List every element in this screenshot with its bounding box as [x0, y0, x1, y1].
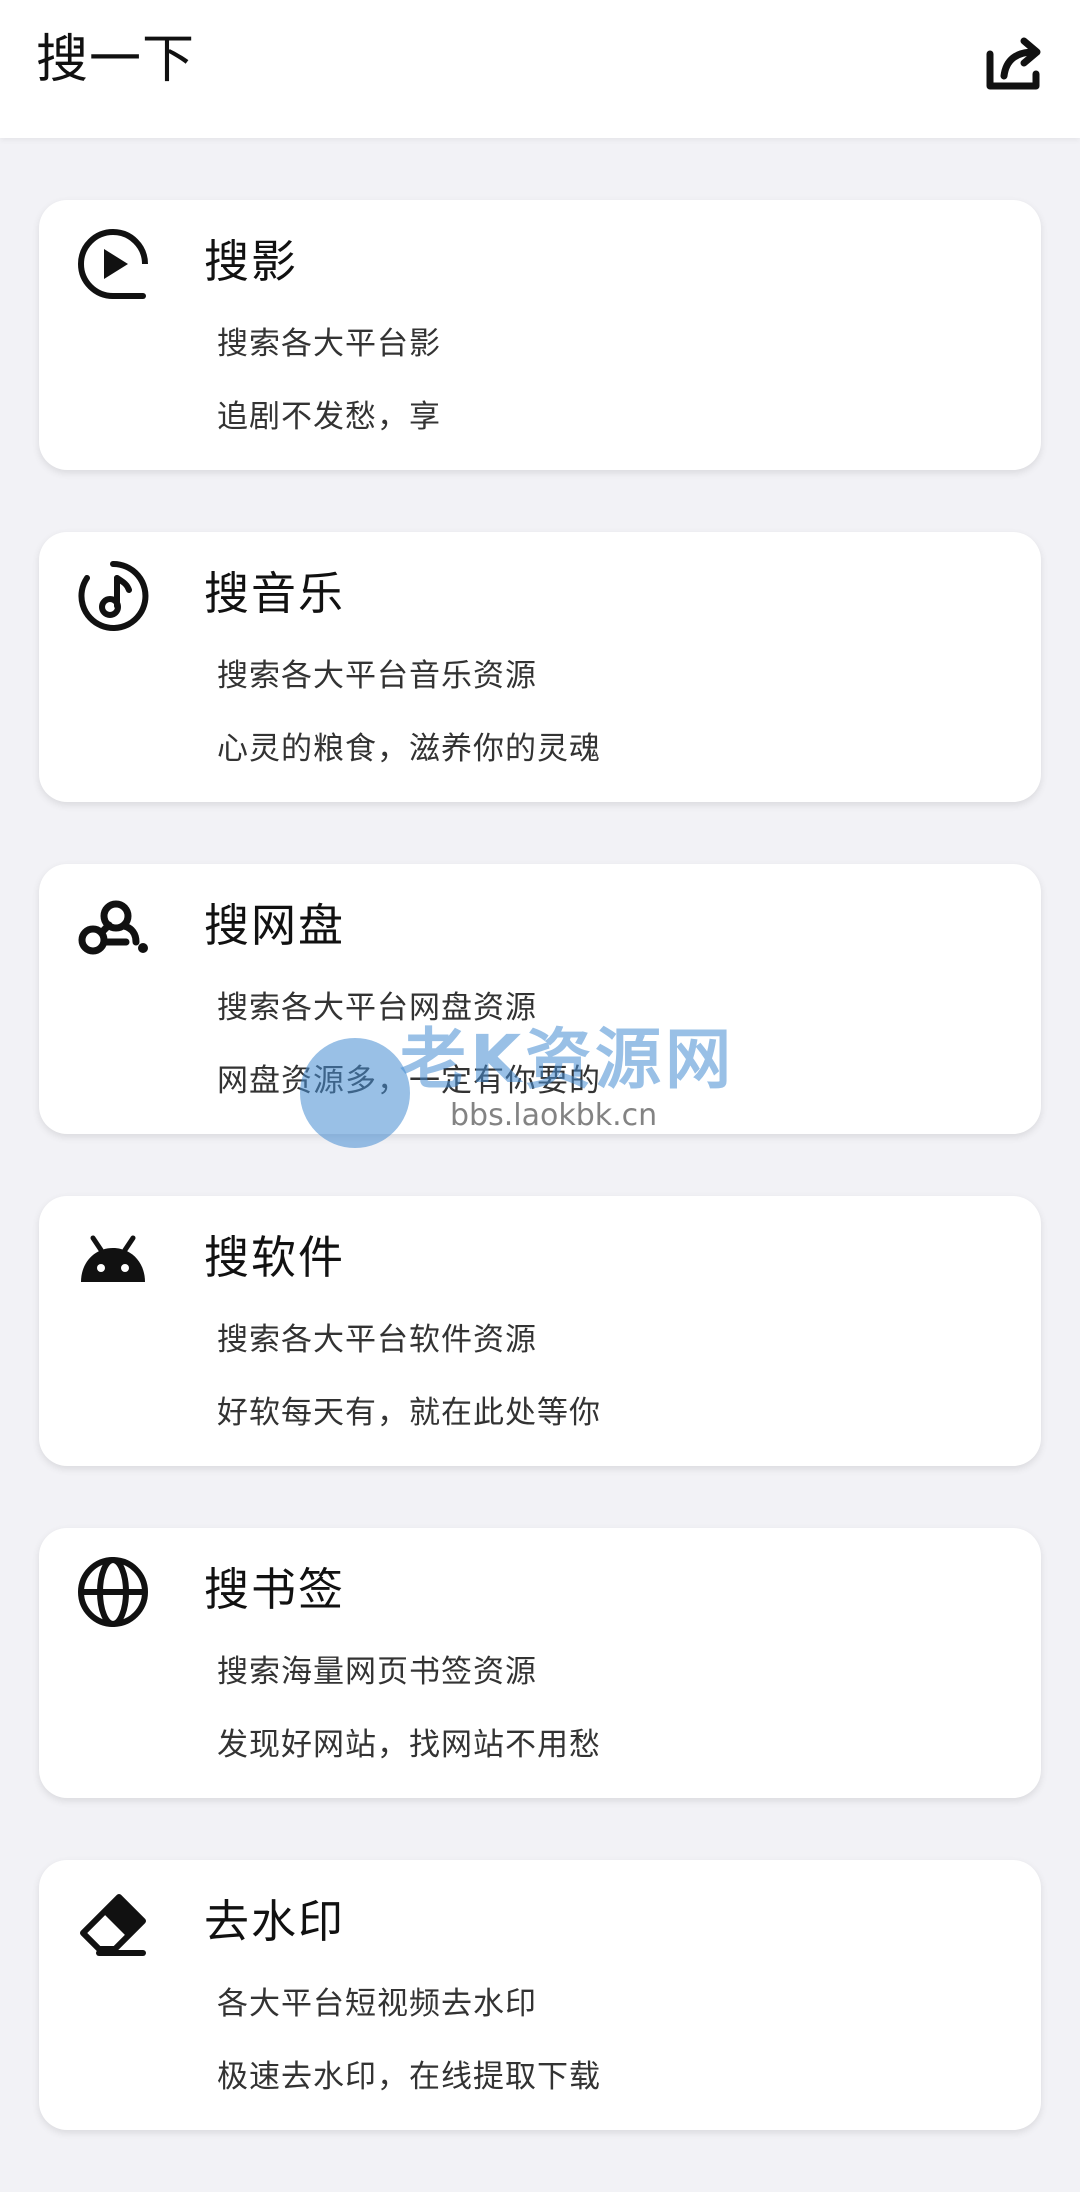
- share-button[interactable]: [982, 32, 1046, 96]
- card-slogan: 极速去水印，在线提取下载: [217, 2059, 601, 2095]
- card-title: 搜音乐: [204, 567, 346, 620]
- music-note-icon: [78, 560, 149, 631]
- card-description: 搜索各大平台音乐资源: [217, 658, 537, 694]
- android-icon: [81, 1235, 145, 1282]
- card-slogan: 追剧不发愁，享: [217, 399, 441, 435]
- card-slogan: 好软每天有，就在此处等你: [217, 1395, 601, 1431]
- feature-list: 搜影 搜索各大平台影 追剧不发愁，享 搜音乐 搜索各大平台音乐资源 心灵的粮食，…: [39, 200, 1041, 2192]
- card-remove-watermark[interactable]: 去水印 各大平台短视频去水印 极速去水印，在线提取下载: [39, 1860, 1041, 2130]
- card-icon-wrapper: [75, 226, 151, 302]
- card-icon-wrapper: [75, 890, 151, 966]
- card-icon-wrapper: [75, 558, 151, 634]
- card-description: 各大平台短视频去水印: [217, 1986, 537, 2022]
- globe-icon: [78, 1557, 148, 1627]
- card-title: 去水印: [204, 1895, 346, 1948]
- card-search-software[interactable]: 搜软件 搜索各大平台软件资源 好软每天有，就在此处等你: [39, 1196, 1041, 1466]
- top-bar: 搜一下: [0, 0, 1080, 138]
- card-slogan: 心灵的粮食，滋养你的灵魂: [217, 731, 601, 767]
- card-search-bookmarks[interactable]: 搜书签 搜索海量网页书签资源 发现好网站，找网站不用愁: [39, 1528, 1041, 1798]
- play-icon: [78, 229, 148, 299]
- card-search-netdisk[interactable]: 搜网盘 搜索各大平台网盘资源 网盘资源多，一定有你要的: [39, 864, 1041, 1134]
- eraser-icon: [80, 1894, 146, 1956]
- page-title: 搜一下: [36, 30, 196, 90]
- card-description: 搜索海量网页书签资源: [217, 1654, 537, 1690]
- card-slogan: 发现好网站，找网站不用愁: [217, 1727, 601, 1763]
- card-icon-wrapper: [75, 1886, 151, 1962]
- card-description: 搜索各大平台网盘资源: [217, 990, 537, 1026]
- card-description: 搜索各大平台影: [217, 326, 441, 362]
- card-title: 搜网盘: [204, 899, 346, 952]
- card-icon-wrapper: [75, 1554, 151, 1630]
- share-icon: [986, 37, 1041, 90]
- card-search-music[interactable]: 搜音乐 搜索各大平台音乐资源 心灵的粮食，滋养你的灵魂: [39, 532, 1041, 802]
- card-title: 搜软件: [204, 1231, 346, 1284]
- card-icon-wrapper: [75, 1222, 151, 1298]
- card-title: 搜书签: [204, 1563, 346, 1616]
- card-title: 搜影: [204, 235, 299, 288]
- card-description: 搜索各大平台软件资源: [217, 1322, 537, 1358]
- cloud-link-icon: [78, 900, 148, 955]
- card-slogan: 网盘资源多，一定有你要的: [217, 1063, 601, 1099]
- card-search-video[interactable]: 搜影 搜索各大平台影 追剧不发愁，享: [39, 200, 1041, 470]
